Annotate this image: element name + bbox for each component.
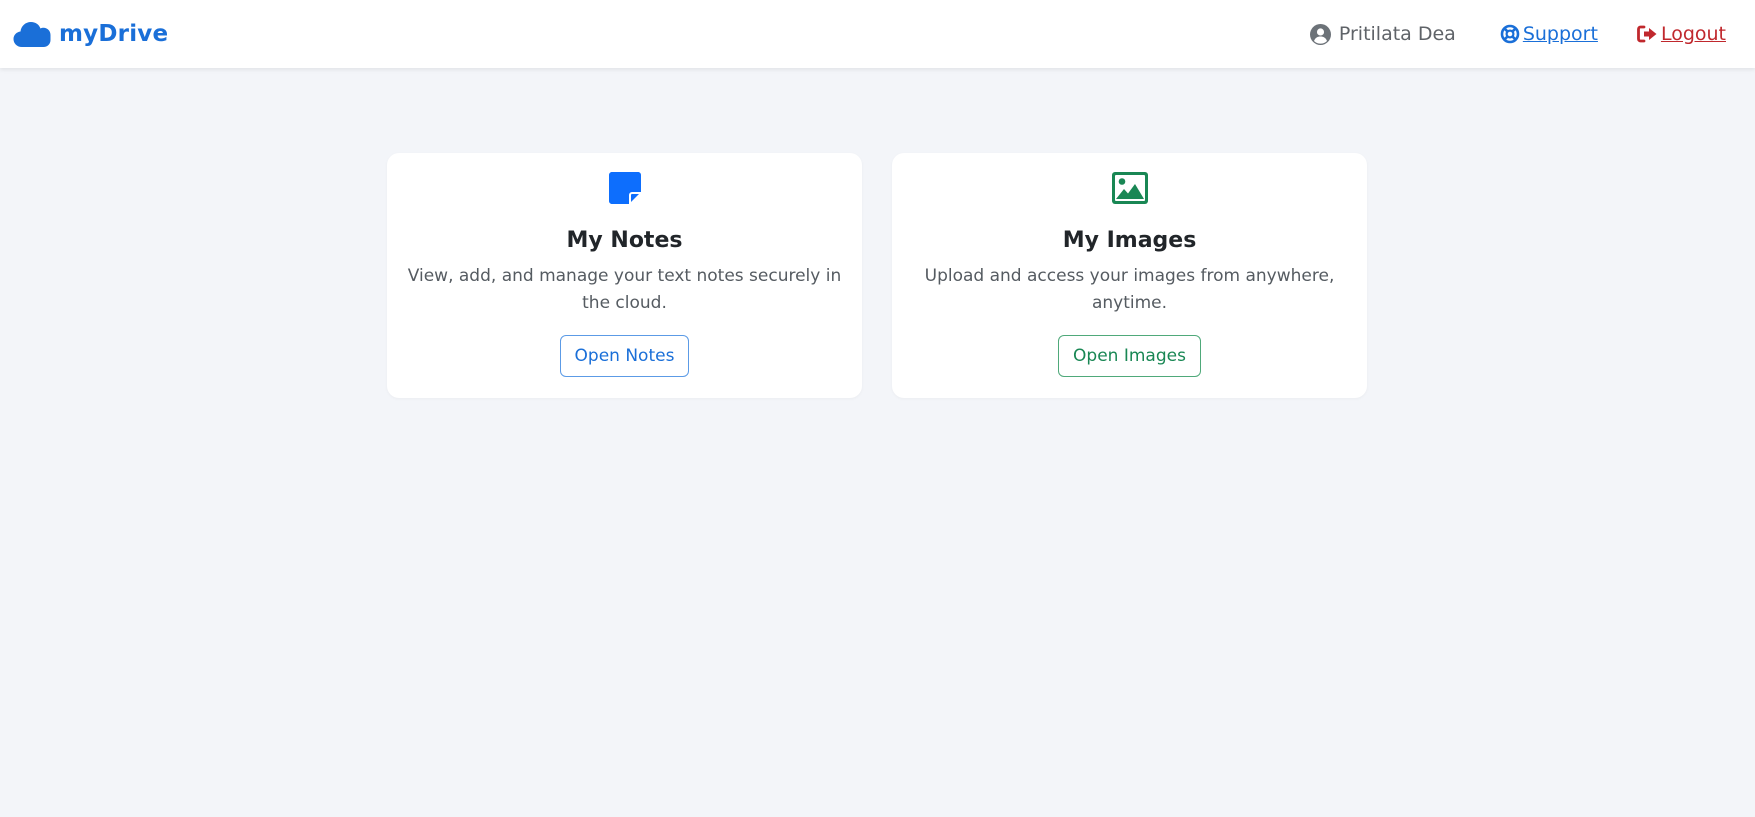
images-card-description: Upload and access your images from anywh…: [924, 266, 1335, 313]
images-card-title: My Images: [1062, 228, 1197, 253]
logout-link[interactable]: Logout: [1637, 23, 1726, 45]
user-circle-icon: [1309, 23, 1331, 45]
notes-card-title: My Notes: [566, 228, 683, 253]
support-label: Support: [1522, 23, 1598, 45]
notes-card-description: View, add, and manage your text notes se…: [407, 266, 842, 313]
sign-out-icon: [1637, 25, 1658, 43]
brand-name: myDrive: [59, 21, 169, 47]
logout-label: Logout: [1660, 23, 1726, 45]
user-info: Pritilata Dea: [1309, 23, 1456, 45]
support-link[interactable]: Support: [1500, 23, 1598, 45]
cloud-icon: [13, 20, 51, 48]
user-name: Pritilata Dea: [1338, 23, 1456, 45]
life-ring-icon: [1500, 24, 1520, 44]
top-navbar: myDrive Pritilata Dea Support Logout: [0, 0, 1755, 68]
notes-card: My Notes View, add, and manage your text…: [387, 153, 862, 398]
sticky-note-icon: [387, 171, 862, 207]
open-notes-button[interactable]: Open Notes: [559, 335, 690, 377]
nav-actions: Pritilata Dea Support Logout: [1309, 0, 1726, 68]
image-icon: [892, 171, 1367, 207]
images-card: My Images Upload and access your images …: [892, 153, 1367, 398]
open-images-button[interactable]: Open Images: [1058, 335, 1201, 377]
brand-link[interactable]: myDrive: [13, 0, 168, 68]
